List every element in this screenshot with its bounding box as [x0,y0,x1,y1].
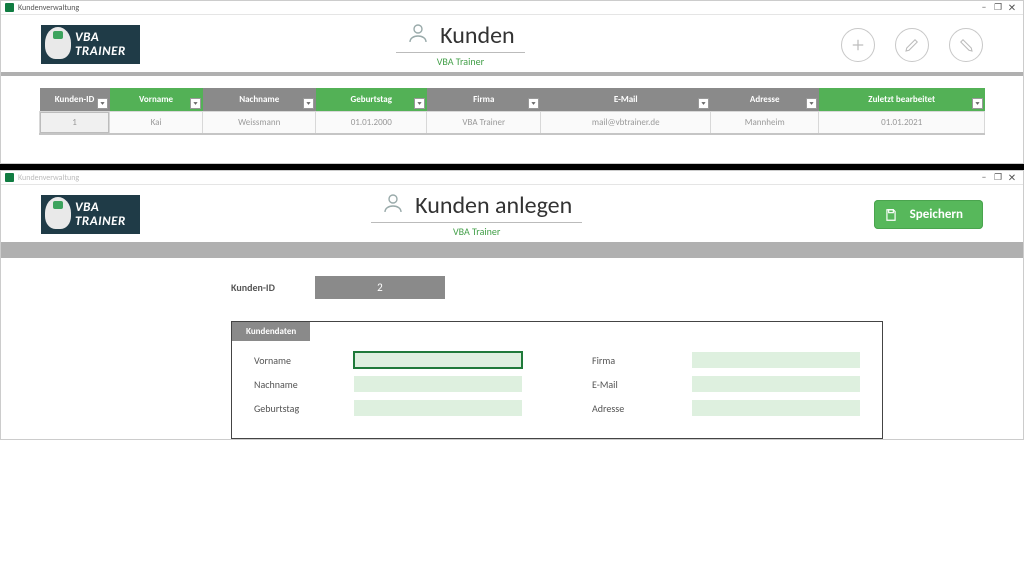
page-title: Kunden anlegen [415,191,572,220]
input-email[interactable] [692,376,860,392]
delete-button[interactable] [949,28,983,62]
table-header-row: Kunden-ID Vorname Nachname Geburtstag Fi… [40,88,985,112]
table-row[interactable]: 1 Kai Weissmann 01.01.2000 VBA Trainer m… [40,112,985,135]
filter-dropdown-icon[interactable] [806,98,817,109]
window-title: Kundenverwaltung [18,173,977,183]
kunden-id-value: 2 [315,276,445,299]
form-tab-label: Kundendaten [232,322,310,341]
filter-dropdown-icon[interactable] [972,98,983,109]
customer-form: Kundendaten Vorname Nachname Geburtstag [231,321,883,439]
window-kunden-anlegen: Kundenverwaltung − ❐ ✕ VBA TRAINER Kunde… [0,170,1024,440]
brand-logo: VBA TRAINER [41,195,140,234]
person-icon [406,21,430,50]
brand-line2: TRAINER [75,215,126,229]
filter-dropdown-icon[interactable] [698,98,709,109]
cell-email[interactable]: mail@vbtrainer.de [541,112,711,135]
minimize-button[interactable]: − [977,2,991,14]
edit-button[interactable] [895,28,929,62]
brand-line2: TRAINER [75,45,126,59]
brand-logo: VBA TRAINER [41,25,140,64]
mascot-icon [45,197,71,229]
app-icon [5,3,14,12]
input-vorname[interactable] [354,352,522,368]
close-button[interactable]: ✕ [1005,172,1019,184]
minimize-button[interactable]: − [977,172,991,184]
label-nachname: Nachname [254,378,334,391]
filter-dropdown-icon[interactable] [303,98,314,109]
filter-dropdown-icon[interactable] [97,98,108,109]
close-button[interactable]: ✕ [1005,2,1019,14]
cell-id[interactable]: 1 [40,112,110,135]
col-zuletzt: Zuletzt bearbeitet [819,88,985,112]
col-email: E-Mail [541,88,711,112]
save-button-label: Speichern [910,207,963,222]
cell-nachname[interactable]: Weissmann [203,112,316,135]
label-adresse: Adresse [592,402,672,415]
window-kunden: Kundenverwaltung − ❐ ✕ VBA TRAINER Kunde… [0,0,1024,164]
col-vorname: Vorname [110,88,203,112]
add-button[interactable] [841,28,875,62]
cell-vorname[interactable]: Kai [110,112,203,135]
page-header: VBA TRAINER Kunden anlegen VBA Trainer S… [1,185,1023,242]
input-adresse[interactable] [692,400,860,416]
brand-line1: VBA [75,31,126,45]
cell-adresse[interactable]: Mannheim [711,112,819,135]
cell-zuletzt[interactable]: 01.01.2021 [819,112,985,135]
filter-dropdown-icon[interactable] [414,98,425,109]
kunden-id-label: Kunden-ID [231,281,275,294]
col-geburtstag: Geburtstag [316,88,427,112]
col-firma: Firma [427,88,541,112]
page-subtitle: VBA Trainer [437,55,484,68]
window-title: Kundenverwaltung [18,3,977,13]
col-id: Kunden-ID [40,88,110,112]
label-geburtstag: Geburtstag [254,402,334,415]
filter-dropdown-icon[interactable] [190,98,201,109]
app-icon [5,173,14,182]
maximize-button[interactable]: ❐ [991,172,1005,184]
input-geburtstag[interactable] [354,400,522,416]
input-firma[interactable] [692,352,860,368]
titlebar: Kundenverwaltung − ❐ ✕ [1,171,1023,185]
mascot-icon [45,27,71,59]
customer-table: Kunden-ID Vorname Nachname Geburtstag Fi… [39,88,985,135]
save-button[interactable]: Speichern [874,200,983,229]
input-nachname[interactable] [354,376,522,392]
person-icon [381,191,405,220]
page-title: Kunden [440,21,514,50]
page-subtitle: VBA Trainer [453,225,500,238]
label-vorname: Vorname [254,354,334,367]
brand-line1: VBA [75,201,126,215]
filter-dropdown-icon[interactable] [528,98,539,109]
cell-geburtstag[interactable]: 01.01.2000 [316,112,427,135]
kunden-id-row: Kunden-ID 2 [231,276,1023,299]
separator-strip [1,242,1023,258]
titlebar: Kundenverwaltung − ❐ ✕ [1,1,1023,15]
customer-table-wrap: Kunden-ID Vorname Nachname Geburtstag Fi… [1,88,1023,135]
maximize-button[interactable]: ❐ [991,2,1005,14]
col-adresse: Adresse [711,88,819,112]
cell-firma[interactable]: VBA Trainer [427,112,541,135]
save-icon [884,208,898,222]
label-firma: Firma [592,354,672,367]
page-header: VBA TRAINER Kunden VBA Trainer [1,15,1023,76]
label-email: E-Mail [592,378,672,391]
col-nachname: Nachname [203,88,316,112]
